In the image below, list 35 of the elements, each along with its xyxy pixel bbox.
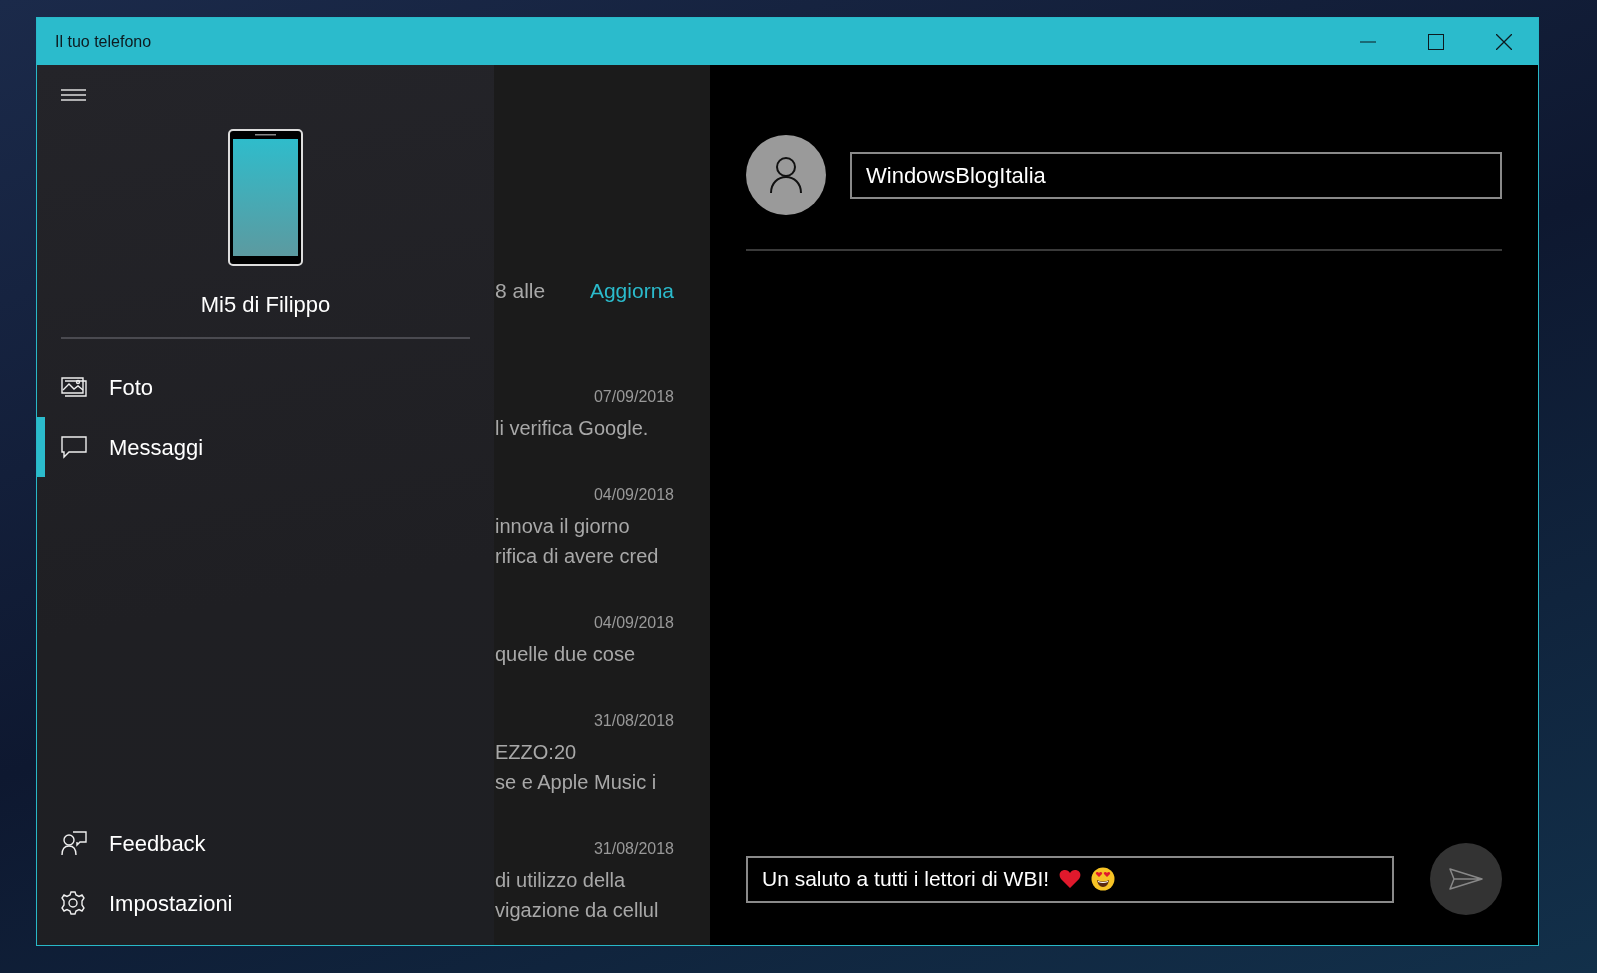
conversation-date: 04/09/2018 [592, 612, 675, 633]
message-preview: innova il giorno [495, 513, 631, 539]
message-field[interactable]: Un saluto a tutti i lettori di WBI! [746, 855, 1394, 903]
conversation-date: 31/08/2018 [592, 710, 675, 731]
settings-icon [61, 891, 87, 915]
sync-status-text: 8 alle [495, 278, 546, 304]
message-preview: quelle due cose [495, 641, 637, 667]
heart-emoji-icon [1059, 869, 1082, 889]
person-icon [769, 156, 803, 194]
minimize-icon [1360, 40, 1376, 43]
message-preview: li verifica Google. [495, 415, 650, 441]
message-preview: vigazione da cellul [495, 897, 660, 923]
nav-item[interactable]: Feedback [37, 813, 494, 873]
message-preview: se e Apple Music i [495, 769, 658, 795]
send-icon [1449, 868, 1483, 890]
refresh-link[interactable]: Aggiorna [589, 275, 674, 307]
window-title: Il tuo telefono [54, 31, 153, 52]
phone-icon [228, 129, 303, 266]
message-preview: rifica di avere cred [495, 543, 660, 569]
menu-button[interactable] [61, 87, 86, 103]
nav-item[interactable]: Impostazioni [37, 873, 494, 933]
message-preview: EZZO:20 [495, 739, 578, 765]
message-icon [61, 435, 87, 459]
maximize-icon [1428, 33, 1444, 50]
photos-icon [61, 375, 87, 399]
nav-item[interactable]: Foto [37, 357, 494, 417]
conversation-date: 04/09/2018 [592, 484, 675, 505]
device-name: Mi5 di Filippo [199, 291, 332, 319]
heart-eyes-emoji-icon [1091, 867, 1116, 891]
message-preview: di utilizzo della [495, 867, 627, 893]
feedback-icon [61, 831, 87, 855]
conversation-date: 07/09/2018 [592, 386, 675, 407]
close-icon [1496, 33, 1512, 50]
conversation-date: 31/08/2018 [592, 838, 675, 859]
recipient-field[interactable]: WindowsBlogItalia [850, 151, 1502, 199]
